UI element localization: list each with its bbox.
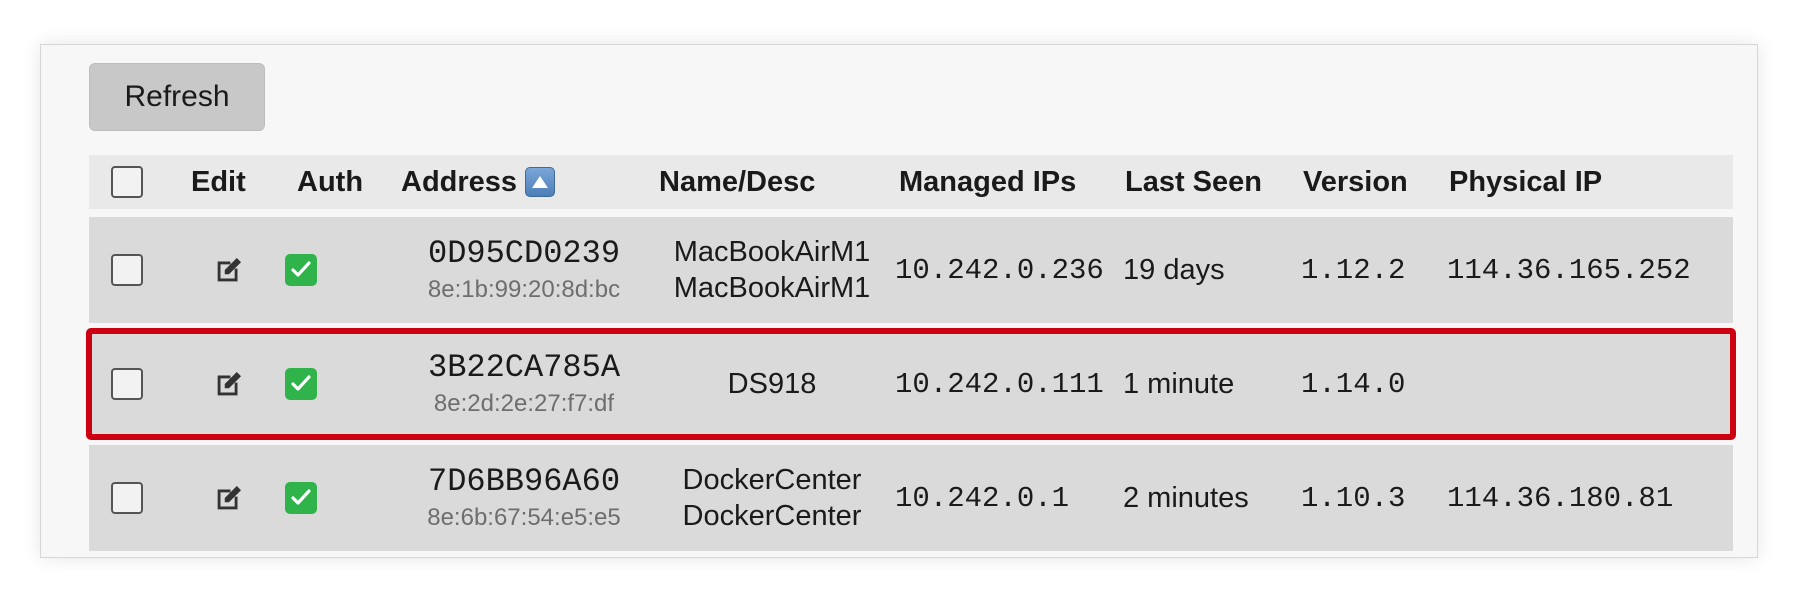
header-managed-ips: Managed IPs (899, 165, 1077, 198)
member-last-seen: 19 days (1123, 253, 1225, 286)
members-panel: Refresh Edit Auth Address Name/Desc Mana… (40, 44, 1758, 558)
table-row: 0D95CD0239 8e:1b:99:20:8d:bc MacBookAirM… (89, 217, 1733, 323)
row-auth-cell (285, 217, 375, 323)
member-name[interactable]: MacBookAirM1 (674, 234, 871, 270)
member-managed-ip: 10.242.0.236 (895, 253, 1104, 287)
edit-icon[interactable] (212, 481, 246, 515)
member-version: 1.10.3 (1301, 481, 1406, 515)
header-last-seen: Last Seen (1125, 165, 1262, 198)
member-physical-ip: 114.36.165.252 (1447, 253, 1691, 287)
header-address[interactable]: Address (401, 155, 651, 209)
row-select-cell (111, 217, 147, 323)
header-auth: Auth (297, 165, 364, 198)
member-address: 7D6BB96A60 (427, 463, 621, 501)
member-managed-ip: 10.242.0.1 (895, 481, 1070, 515)
row-checkbox[interactable] (111, 482, 143, 514)
member-address: 0D95CD0239 (427, 235, 621, 273)
member-last-seen: 1 minute (1123, 367, 1235, 400)
row-physical-ip-cell (1447, 331, 1727, 437)
row-edit-cell (189, 445, 269, 551)
member-mac: 8e:2d:2e:27:f7:df (433, 389, 615, 417)
authorized-check-icon[interactable] (285, 482, 317, 514)
member-name[interactable]: DS918 (728, 366, 817, 402)
sort-ascending-icon[interactable] (525, 167, 556, 197)
row-edit-cell (189, 331, 269, 437)
row-physical-ip-cell: 114.36.165.252 (1447, 217, 1727, 323)
table-row-highlighted: 3B22CA785A 8e:2d:2e:27:f7:df DS918 10.24… (86, 328, 1736, 440)
member-last-seen: 2 minutes (1123, 481, 1249, 514)
table-row: 7D6BB96A60 8e:6b:67:54:e5:e5 DockerCente… (89, 445, 1733, 551)
authorized-check-icon[interactable] (285, 254, 317, 286)
row-name-cell: DS918 (657, 331, 887, 437)
member-version: 1.12.2 (1301, 253, 1406, 287)
header-physical-ip: Physical IP (1449, 165, 1603, 198)
row-version-cell: 1.14.0 (1301, 331, 1441, 437)
member-mac: 8e:6b:67:54:e5:e5 (427, 503, 621, 531)
header-address-label: Address (401, 165, 518, 198)
member-physical-ip: 114.36.180.81 (1447, 481, 1674, 515)
member-version: 1.14.0 (1301, 367, 1406, 401)
row-auth-cell (285, 445, 375, 551)
member-description[interactable]: MacBookAirM1 (674, 270, 871, 306)
row-last-seen-cell: 2 minutes (1123, 445, 1293, 551)
member-address: 3B22CA785A (427, 349, 621, 387)
row-checkbox[interactable] (111, 254, 143, 286)
row-name-cell: MacBookAirM1 MacBookAirM1 (657, 217, 887, 323)
row-select-cell (111, 445, 147, 551)
table-header-row: Edit Auth Address Name/Desc Managed IPs … (89, 155, 1733, 209)
refresh-button[interactable]: Refresh (89, 63, 265, 131)
row-last-seen-cell: 1 minute (1123, 331, 1293, 437)
header-select-all-cell (111, 155, 147, 209)
authorized-check-icon[interactable] (285, 368, 317, 400)
row-managed-ips-cell: 10.242.0.111 (895, 331, 1115, 437)
member-description[interactable]: DockerCenter (683, 498, 862, 534)
row-auth-cell (285, 331, 375, 437)
header-edit: Edit (191, 165, 246, 198)
select-all-checkbox[interactable] (111, 166, 143, 198)
row-address-cell: 3B22CA785A 8e:2d:2e:27:f7:df (399, 331, 649, 437)
edit-icon[interactable] (212, 253, 246, 287)
row-physical-ip-cell: 114.36.180.81 (1447, 445, 1727, 551)
header-name-desc: Name/Desc (659, 165, 816, 198)
row-address-cell: 7D6BB96A60 8e:6b:67:54:e5:e5 (399, 445, 649, 551)
row-last-seen-cell: 19 days (1123, 217, 1293, 323)
row-name-cell: DockerCenter DockerCenter (657, 445, 887, 551)
edit-icon[interactable] (212, 367, 246, 401)
row-checkbox[interactable] (111, 368, 143, 400)
row-managed-ips-cell: 10.242.0.1 (895, 445, 1115, 551)
row-address-cell: 0D95CD0239 8e:1b:99:20:8d:bc (399, 217, 649, 323)
member-mac: 8e:1b:99:20:8d:bc (427, 275, 621, 303)
member-name[interactable]: DockerCenter (683, 462, 862, 498)
header-version: Version (1303, 165, 1408, 198)
row-select-cell (111, 331, 147, 437)
row-managed-ips-cell: 10.242.0.236 (895, 217, 1115, 323)
member-managed-ip: 10.242.0.111 (895, 367, 1104, 401)
row-edit-cell (189, 217, 269, 323)
row-version-cell: 1.12.2 (1301, 217, 1441, 323)
row-version-cell: 1.10.3 (1301, 445, 1441, 551)
